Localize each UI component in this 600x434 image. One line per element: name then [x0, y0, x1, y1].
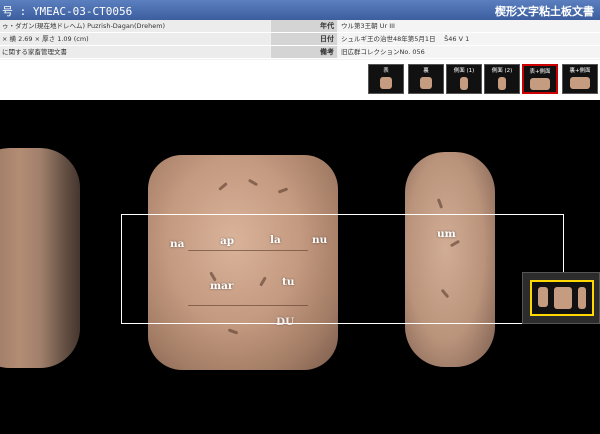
tablet-thumb-icon — [570, 77, 590, 89]
view-obverse-button[interactable]: 表 — [368, 64, 404, 94]
tablet-thumb-icon — [530, 78, 550, 90]
wedge-mark — [247, 178, 259, 187]
view-side1-button[interactable]: 側面 (1) — [446, 64, 482, 94]
navigator-minimap[interactable] — [522, 272, 600, 324]
view-side2-button[interactable]: 側面 (2) — [484, 64, 520, 94]
period-value: ウル第3王朝 Ur III — [338, 20, 600, 32]
mini-tablet-center — [554, 287, 572, 309]
view-toolbar: 表 裏 側面 (1) 側面 (2) 表+側面 裏+側面 — [0, 60, 600, 100]
thumb-label: 裏 — [423, 68, 429, 74]
thumb-label: 表+側面 — [529, 69, 551, 75]
wedge-mark — [227, 328, 239, 335]
mini-tablet-left — [538, 287, 548, 307]
document-id-label: 号 — [2, 5, 13, 18]
tablet-thumb-icon — [498, 77, 506, 90]
date-value: シュルギ王の治世48年第5月1日 Š46 V 1 — [338, 33, 600, 45]
thumb-label: 表 — [383, 68, 389, 74]
date-header: 日付 — [271, 33, 337, 45]
tablet-viewer[interactable]: na ap la nu um mar tu DU — [0, 100, 600, 434]
remarks-value: 旧広群コレクションNo. 056 — [338, 46, 600, 58]
wedge-mark — [436, 198, 444, 209]
thumb-label: 側面 (2) — [491, 68, 513, 74]
description-cell: に関する家畜管理文書 — [0, 46, 270, 58]
provenance-cell: ゥ・ダガン(現在地ドレヘム) Puzrish-Dagan(Drehem) — [0, 20, 270, 32]
document-id: 号 : YMEAC-03-CT0056 — [2, 5, 133, 18]
metadata-row: ゥ・ダガン(現在地ドレヘム) Puzrish-Dagan(Drehem) 年代 … — [0, 20, 600, 33]
tablet-thumb-icon — [380, 77, 392, 89]
view-reverse-button[interactable]: 裏 — [408, 64, 444, 94]
metadata-table: ゥ・ダガン(現在地ドレヘム) Puzrish-Dagan(Drehem) 年代 … — [0, 20, 600, 60]
site-title: 楔形文字粘土板文書 — [495, 5, 594, 18]
document-id-value: YMEAC-03-CT0056 — [32, 5, 133, 18]
dimensions-cell: × 横 2.69 × 厚さ 1.09 (cm) — [0, 33, 270, 45]
selection-box[interactable] — [121, 214, 564, 324]
tablet-thumb-icon — [420, 77, 432, 89]
remarks-header: 備考 — [271, 46, 337, 58]
thumb-label: 裏+側面 — [569, 68, 591, 74]
mini-tablet-right — [578, 287, 586, 309]
wedge-mark — [218, 182, 228, 191]
period-header: 年代 — [271, 20, 337, 32]
title-bar: 号 : YMEAC-03-CT0056 楔形文字粘土板文書 — [0, 0, 600, 20]
view-obverse-side-button[interactable]: 表+側面 — [522, 64, 558, 94]
tablet-thumb-icon — [460, 77, 468, 90]
thumb-label: 側面 (1) — [453, 68, 475, 74]
navigator-viewport-frame[interactable] — [530, 280, 594, 316]
metadata-row: に関する家畜管理文書 備考 旧広群コレクションNo. 056 — [0, 46, 600, 59]
view-reverse-side-button[interactable]: 裏+側面 — [562, 64, 598, 94]
tablet-left-shade — [40, 148, 80, 368]
wedge-mark — [277, 187, 289, 194]
metadata-row: × 横 2.69 × 厚さ 1.09 (cm) 日付 シュルギ王の治世48年第5… — [0, 33, 600, 46]
